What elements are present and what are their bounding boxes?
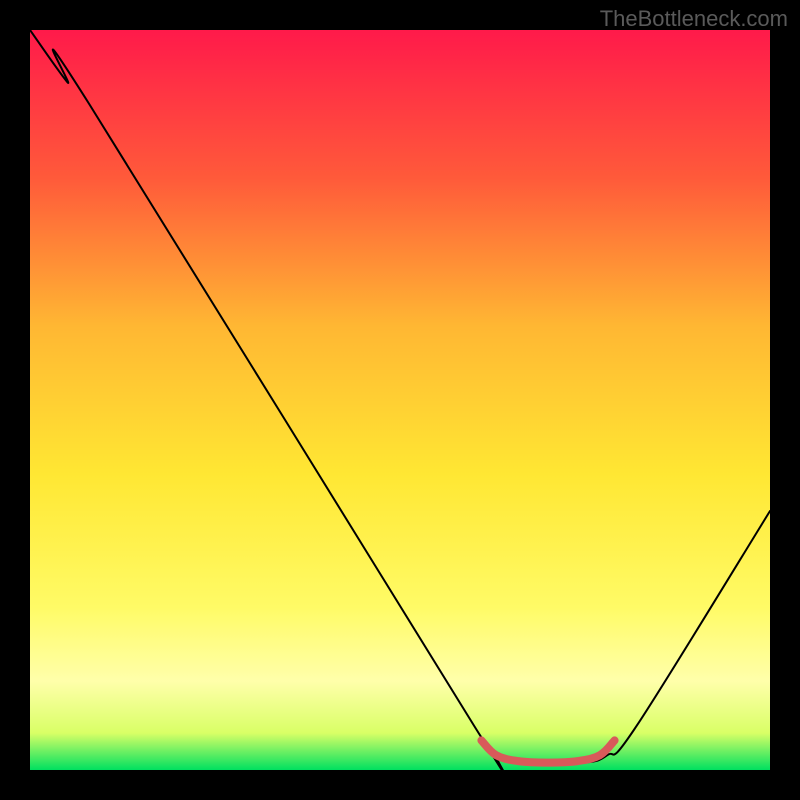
chart-background xyxy=(30,30,770,770)
chart-svg xyxy=(30,30,770,770)
chart-plot xyxy=(30,30,770,770)
watermark-text: TheBottleneck.com xyxy=(600,6,788,32)
